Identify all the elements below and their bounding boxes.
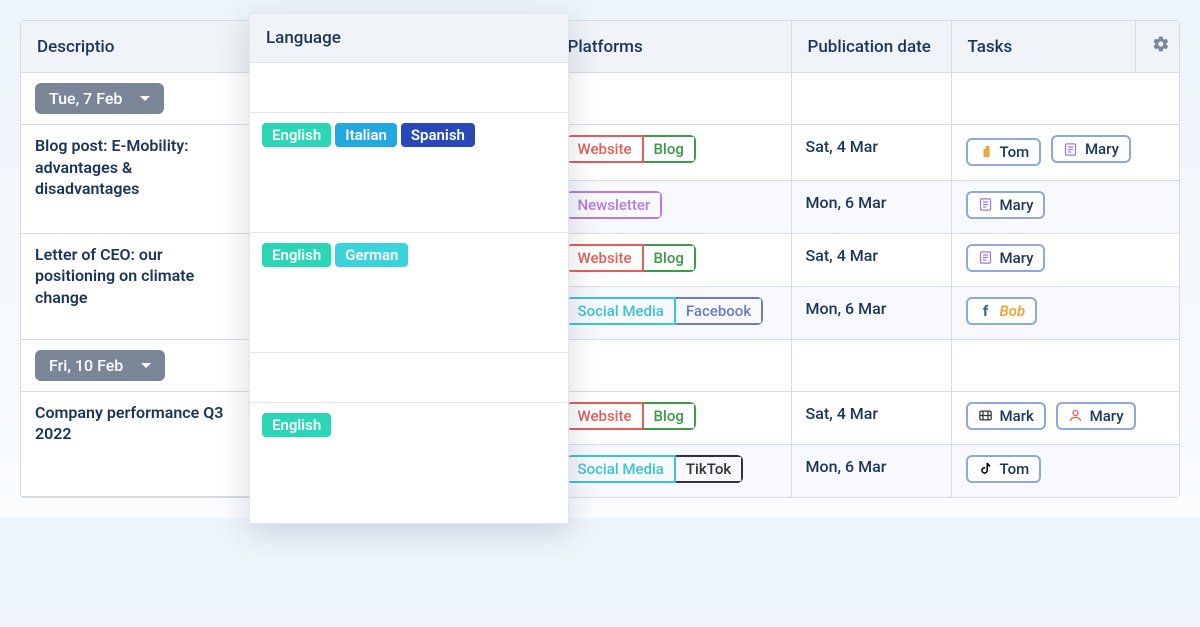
task-chip[interactable]: Mary — [1051, 135, 1131, 163]
facebook-icon: f — [978, 303, 994, 319]
language-cell-empty — [250, 63, 568, 113]
platform-website: Website — [566, 135, 644, 163]
col-header-description[interactable]: Descriptio — [21, 21, 251, 73]
platform-tiktok: TikTok — [676, 455, 743, 483]
publication-date: Sat, 4 Mar — [806, 402, 937, 423]
list-icon — [978, 250, 994, 266]
table-row[interactable]: Company performance Q3 2022 Website Blog… — [21, 391, 1179, 444]
platform-chip[interactable]: Website Blog — [566, 244, 696, 272]
publication-date: Mon, 6 Mar — [806, 297, 937, 318]
platform-chip[interactable]: Newsletter — [566, 191, 663, 219]
chart-icon: ıll — [978, 144, 994, 160]
language-tag-english[interactable]: English — [262, 243, 331, 267]
task-chip[interactable]: Mary — [966, 244, 1046, 272]
language-cell[interactable]: English — [250, 403, 568, 523]
language-cell-empty — [250, 353, 568, 403]
task-chip[interactable]: ıllTom — [966, 138, 1042, 166]
platform-newsletter: Newsletter — [566, 191, 663, 219]
task-chip[interactable]: Mary — [966, 191, 1046, 219]
col-header-tasks[interactable]: Tasks — [951, 21, 1135, 73]
platform-website: Website — [566, 402, 644, 430]
chevron-down-icon — [140, 96, 150, 101]
table-row[interactable]: Blog post: E-Mobility: advantages & disa… — [21, 125, 1179, 181]
person-icon — [1068, 408, 1084, 424]
col-header-language-overlay[interactable]: Language — [250, 14, 568, 63]
publication-date: Sat, 4 Mar — [806, 244, 937, 265]
row-description: Blog post: E-Mobility: advantages & disa… — [35, 135, 237, 200]
film-icon — [978, 408, 994, 424]
group-date-label: Fri, 10 Feb — [49, 356, 123, 375]
list-icon — [1063, 141, 1079, 157]
row-description: Letter of CEO: our positioning on climat… — [35, 244, 237, 309]
language-tag-spanish[interactable]: Spanish — [401, 123, 475, 147]
platform-chip[interactable]: Website Blog — [566, 135, 696, 163]
col-header-platforms[interactable]: Platforms — [551, 21, 791, 73]
row-description: Company performance Q3 2022 — [35, 402, 237, 445]
settings-button[interactable] — [1135, 21, 1179, 73]
platform-social-media: Social Media — [566, 297, 676, 325]
language-cell[interactable]: English Italian Spanish — [250, 113, 568, 233]
group-date-pill[interactable]: Tue, 7 Feb — [35, 83, 164, 114]
platform-blog: Blog — [644, 135, 696, 163]
task-chip[interactable]: Mary — [1056, 402, 1136, 430]
language-tag-german[interactable]: German — [335, 243, 408, 267]
language-tag-italian[interactable]: Italian — [335, 123, 397, 147]
chevron-down-icon — [141, 363, 151, 368]
platform-social-media: Social Media — [566, 455, 676, 483]
task-chip[interactable]: Mark — [966, 402, 1046, 430]
gear-icon — [1152, 35, 1170, 53]
group-row: Tue, 7 Feb — [21, 73, 1179, 125]
platform-chip[interactable]: Social Media Facebook — [566, 297, 764, 325]
table-row[interactable]: Letter of CEO: our positioning on climat… — [21, 233, 1179, 286]
publication-date: Sat, 4 Mar — [806, 135, 937, 156]
language-tag-english[interactable]: English — [262, 413, 331, 437]
table: Descriptio Language Platforms Publicatio… — [21, 21, 1179, 497]
publication-date: Mon, 6 Mar — [806, 191, 937, 212]
platform-facebook: Facebook — [676, 297, 763, 325]
platform-chip[interactable]: Website Blog — [566, 402, 696, 430]
platform-website: Website — [566, 244, 644, 272]
task-chip[interactable]: Tom — [966, 455, 1042, 483]
col-header-publication-date[interactable]: Publication date — [791, 21, 951, 73]
publication-date: Mon, 6 Mar — [806, 455, 937, 476]
language-column-overlay[interactable]: Language English Italian Spanish English… — [249, 13, 569, 524]
language-cell[interactable]: English German — [250, 233, 568, 353]
group-date-label: Tue, 7 Feb — [49, 89, 122, 108]
group-date-pill[interactable]: Fri, 10 Feb — [35, 350, 165, 381]
language-tag-english[interactable]: English — [262, 123, 331, 147]
tiktok-icon — [978, 461, 994, 477]
platform-blog: Blog — [644, 402, 696, 430]
platform-blog: Blog — [644, 244, 696, 272]
list-icon — [978, 197, 994, 213]
group-row: Fri, 10 Feb — [21, 339, 1179, 391]
platform-chip[interactable]: Social Media TikTok — [566, 455, 744, 483]
content-table: Descriptio Language Platforms Publicatio… — [20, 20, 1180, 498]
task-chip[interactable]: fBob — [966, 297, 1038, 325]
